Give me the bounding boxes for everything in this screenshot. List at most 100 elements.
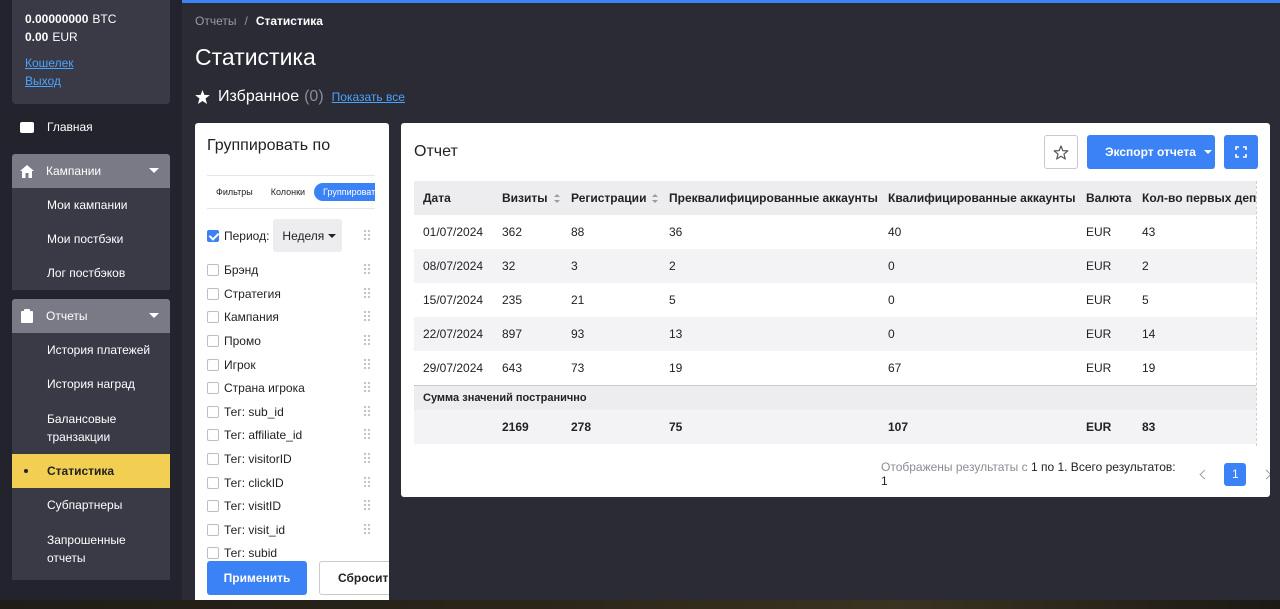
option-checkbox[interactable] <box>207 335 219 347</box>
period-select[interactable]: Неделя <box>273 219 343 252</box>
period-checkbox[interactable] <box>207 229 219 242</box>
drag-handle-icon[interactable] <box>363 263 371 275</box>
sidebar-group-campaigns[interactable]: Кампании <box>12 154 170 188</box>
sidebar-item-postback-log[interactable]: Лог постбэков <box>12 256 170 290</box>
drag-handle-icon[interactable] <box>363 523 371 535</box>
column-header-visits[interactable]: Визиты <box>493 181 562 215</box>
group-option[interactable]: Тег: visit_id <box>207 523 285 537</box>
group-option[interactable]: Тег: visitorID <box>207 452 292 466</box>
sidebar-item-requested-reports[interactable]: Запрошенные отчеты <box>12 522 170 576</box>
group-by-tabs: Фильтры Колонки Группировать <box>207 175 375 209</box>
reports-submenu: История платежей История наград Балансов… <box>12 333 170 580</box>
wallet-link[interactable]: Кошелек <box>25 54 157 72</box>
export-report-button[interactable]: Экспорт отчета <box>1087 135 1215 169</box>
chevron-right-icon[interactable] <box>1261 469 1270 479</box>
tab-columns[interactable]: Колонки <box>262 183 314 201</box>
group-option[interactable]: Тег: sub_id <box>207 405 284 419</box>
option-checkbox[interactable] <box>207 288 219 300</box>
sidebar: 0.00000000 BTC 0.00 EUR Кошелек Выход Глав… <box>0 0 182 609</box>
sidebar-item-payment-history[interactable]: История платежей <box>12 333 170 367</box>
group-option[interactable]: Стратегия <box>207 287 281 301</box>
group-option[interactable]: Тег: subid <box>207 546 277 560</box>
wallet-panel: 0.00000000 BTC 0.00 EUR Кошелек Выход <box>12 0 170 104</box>
chevron-left-icon[interactable] <box>1199 469 1209 479</box>
report-table: Дата Визиты Регистрации Преквалифицирова… <box>414 181 1256 444</box>
option-checkbox[interactable] <box>207 264 219 276</box>
group-option[interactable]: Тег: clickID <box>207 476 284 490</box>
drag-handle-icon[interactable] <box>363 229 371 241</box>
page-button-current[interactable]: 1 <box>1224 462 1247 486</box>
column-header-date[interactable]: Дата <box>414 181 493 215</box>
group-option[interactable]: Тег: affiliate_id <box>207 428 302 442</box>
option-checkbox[interactable] <box>207 382 219 394</box>
group-option[interactable]: Страна игрока <box>207 381 305 395</box>
tab-filters[interactable]: Фильтры <box>207 183 262 201</box>
group-option[interactable]: Тег: visitID <box>207 499 281 513</box>
show-all-link[interactable]: Показать все <box>332 90 405 104</box>
option-checkbox[interactable] <box>207 477 219 489</box>
table-row: 01/07/2024 362 88 36 40 EUR 43 <box>423 225 1156 239</box>
favorite-button[interactable] <box>1044 135 1078 169</box>
sum-row: 2169 278 75 107 EUR 83 <box>414 410 1256 444</box>
eur-balance: 0.00 EUR <box>25 30 78 44</box>
group-by-panel: Группировать по Фильтры Колонки Группиро… <box>195 123 389 609</box>
column-header-currency[interactable]: Валюта <box>1077 181 1133 215</box>
sidebar-item-subpartners[interactable]: Субпартнеры <box>12 488 170 522</box>
drag-handle-icon[interactable] <box>363 476 371 488</box>
option-checkbox[interactable] <box>207 524 219 536</box>
drag-handle-icon[interactable] <box>363 310 371 322</box>
table-header-row: Дата Визиты Регистрации Преквалифицирова… <box>414 181 1256 215</box>
apply-button[interactable]: Применить <box>207 561 307 595</box>
sort-icon <box>652 194 659 204</box>
report-table-container: Дата Визиты Регистрации Преквалифицирова… <box>414 181 1257 446</box>
drag-handle-icon[interactable] <box>363 334 371 346</box>
top-accent-bar <box>182 0 1280 3</box>
drag-handle-icon[interactable] <box>363 499 371 511</box>
column-header-prequalified[interactable]: Преквалифицированные аккаунты <box>660 181 879 215</box>
reset-button[interactable]: Сбросить <box>319 561 389 595</box>
drag-handle-icon[interactable] <box>363 405 371 417</box>
drag-handle-icon[interactable] <box>363 381 371 393</box>
option-checkbox[interactable] <box>207 453 219 465</box>
sidebar-item-reward-history[interactable]: История наград <box>12 367 170 401</box>
option-checkbox[interactable] <box>207 406 219 418</box>
sort-icon <box>553 194 560 204</box>
group-option[interactable]: Промо <box>207 334 261 348</box>
column-header-first-deposits[interactable]: Кол-во первых депозитов <box>1133 181 1256 215</box>
sidebar-item-statistics[interactable]: Статистика <box>12 454 170 488</box>
option-checkbox[interactable] <box>207 547 219 559</box>
option-checkbox[interactable] <box>207 429 219 441</box>
group-option[interactable]: Брэнд <box>207 263 258 277</box>
sidebar-item-my-postbacks[interactable]: Мои постбэки <box>12 222 170 256</box>
option-checkbox[interactable] <box>207 311 219 323</box>
fullscreen-button[interactable] <box>1224 135 1258 169</box>
drag-handle-icon[interactable] <box>363 358 371 370</box>
home-icon <box>20 164 34 178</box>
tab-group[interactable]: Группировать <box>314 183 375 201</box>
star-icon <box>195 90 210 104</box>
drag-handle-icon[interactable] <box>363 452 371 464</box>
sidebar-item-balance-transactions[interactable]: Балансовые транзакции <box>12 401 170 454</box>
drag-handle-icon[interactable] <box>363 428 371 440</box>
campaigns-submenu: Мои кампании Мои постбэки Лог постбэков <box>12 188 170 290</box>
group-option[interactable]: Игрок <box>207 358 256 372</box>
column-header-qualified[interactable]: Квалифицированные аккаунты <box>879 181 1077 215</box>
favorites-count: (0) <box>304 88 324 105</box>
column-header-registrations[interactable]: Регистрации <box>562 181 660 215</box>
option-checkbox[interactable] <box>207 359 219 371</box>
logout-link[interactable]: Выход <box>25 72 157 90</box>
chevron-down-icon <box>149 168 159 173</box>
sidebar-group-reports[interactable]: Отчеты <box>12 299 170 333</box>
chevron-down-icon <box>149 313 159 318</box>
period-label: Период: <box>224 228 270 243</box>
drag-handle-icon[interactable] <box>363 287 371 299</box>
fullscreen-icon <box>1235 146 1247 158</box>
sidebar-item-home[interactable]: Главная <box>12 112 170 142</box>
option-checkbox[interactable] <box>207 500 219 512</box>
sidebar-item-my-campaigns[interactable]: Мои кампании <box>12 188 170 222</box>
chevron-down-icon <box>328 233 337 238</box>
breadcrumb-reports[interactable]: Отчеты <box>195 14 236 28</box>
group-option[interactable]: Кампания <box>207 310 279 324</box>
period-row: Период: Неделя <box>207 219 343 252</box>
sum-header-row: Сумма значений постранично <box>414 384 1256 410</box>
